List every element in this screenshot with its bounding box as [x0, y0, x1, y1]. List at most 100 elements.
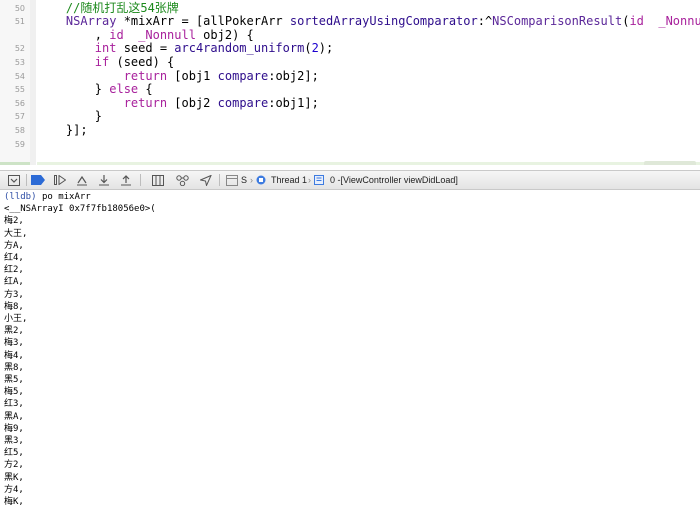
lldb-prompt: (lldb): [4, 192, 37, 202]
chevron-right-icon: ›: [308, 175, 311, 185]
console-output-item: 红A,: [4, 277, 24, 288]
console-output-item: 黑A,: [4, 411, 24, 422]
simulate-location-icon[interactable]: [198, 173, 214, 187]
code-token: seed =: [116, 41, 175, 56]
chevron-right-icon: ›: [250, 175, 253, 185]
code-token: compare: [217, 95, 269, 110]
code-line: 55 } else {: [0, 82, 700, 97]
code-text: }];: [37, 122, 88, 138]
code-token: (: [304, 41, 312, 56]
code-text: , id _Nonnull obj2) {: [37, 27, 254, 43]
process-name[interactable]: S: [241, 173, 247, 187]
hide-debug-area-icon[interactable]: [6, 173, 22, 187]
code-token: :obj1];: [268, 95, 319, 110]
line-number[interactable]: 52: [0, 42, 25, 56]
breakpoints-toggle-icon[interactable]: [30, 173, 46, 187]
memory-graph-icon[interactable]: [174, 173, 190, 187]
code-token: else: [109, 82, 139, 97]
console-output-header: <__NSArrayI 0x7f7fb18056e0>(: [4, 204, 156, 215]
code-token: ,: [37, 27, 110, 42]
code-text: return [obj2 compare:obj1];: [37, 95, 319, 111]
line-number[interactable]: 54: [0, 70, 25, 84]
code-line: 59: [0, 138, 700, 152]
code-line: , id _Nonnull obj2) {: [0, 27, 700, 43]
code-token: compare: [217, 68, 269, 83]
code-token: }];: [37, 122, 88, 137]
continue-icon[interactable]: [52, 173, 68, 187]
step-into-icon[interactable]: [96, 173, 112, 187]
code-editor[interactable]: 50 //随机打乱这54张牌 51 NSArray *mixArr = [allP…: [0, 0, 700, 165]
toolbar-separator: [219, 174, 220, 186]
code-line: 56 return [obj2 compare:obj1];: [0, 95, 700, 111]
code-token: }: [37, 82, 110, 97]
code-text: //随机打乱这54张牌: [37, 1, 179, 16]
debug-console[interactable]: (lldb) po mixArr <__NSArrayI 0x7f7fb1805…: [0, 190, 700, 505]
step-out-icon[interactable]: [118, 173, 134, 187]
console-output-item: 梅3,: [4, 338, 24, 349]
code-text: return [obj1 compare:obj2];: [37, 68, 319, 84]
console-command-line: (lldb) po mixArr: [4, 191, 91, 203]
code-token: }: [37, 109, 103, 124]
console-output-item: 红5,: [4, 448, 24, 459]
line-number[interactable]: 51: [0, 15, 25, 29]
toolbar-separator: [140, 174, 141, 186]
code-token: :obj2];: [268, 68, 319, 83]
line-number[interactable]: 56: [0, 97, 25, 111]
view-hierarchy-icon[interactable]: [150, 173, 166, 187]
current-line-gutter-marker: [0, 162, 30, 165]
line-number[interactable]: 58: [0, 124, 25, 138]
thread-name[interactable]: Thread 1: [271, 173, 307, 187]
console-output-item: 黑2,: [4, 326, 24, 337]
code-token: [obj2: [167, 95, 218, 110]
console-output-item: 大王,: [4, 228, 28, 239]
console-output-item: 红2,: [4, 265, 24, 276]
step-over-icon[interactable]: [74, 173, 90, 187]
line-number[interactable]: 50: [0, 2, 25, 16]
code-text: } else {: [37, 82, 153, 97]
code-text: NSArray *mixArr = [allPokerArr sortedArr…: [37, 14, 700, 29]
line-number[interactable]: 53: [0, 56, 25, 70]
code-token: id: [109, 27, 124, 42]
line-number[interactable]: 57: [0, 110, 25, 124]
code-line: 50 //随机打乱这54张牌: [0, 1, 700, 16]
console-output-item: 梅K,: [4, 497, 24, 505]
code-token: _Nonnull: [138, 27, 196, 42]
code-token: [obj1: [167, 68, 218, 83]
console-output-item: 梅5,: [4, 387, 24, 398]
code-text: }: [37, 109, 103, 124]
code-token: *mixArr = [allPokerArr: [116, 14, 290, 29]
console-output-item: 梅2,: [4, 216, 24, 227]
code-line: 54 return [obj1 compare:obj2];: [0, 68, 700, 84]
line-number[interactable]: 59: [0, 138, 25, 152]
line-number[interactable]: 55: [0, 83, 25, 97]
console-output-item: 小王,: [4, 314, 28, 324]
console-output-item: 黑3,: [4, 436, 24, 446]
console-output-item: 方2,: [4, 460, 24, 471]
code-token: _Nonnull: [658, 14, 700, 29]
code-token: arc4random_uniform: [174, 41, 305, 56]
code-token: sortedArrayUsingComparator: [289, 14, 478, 29]
console-output-item: 梅4,: [4, 350, 24, 361]
code-token: :^: [477, 14, 493, 29]
code-line: 52 int seed = arc4random_uniform(2);: [0, 41, 700, 56]
current-line-highlight: [37, 162, 700, 165]
code-token: if: [94, 54, 110, 69]
thread-indicator-badge: [644, 161, 696, 165]
code-line: 53 if (seed) {: [0, 54, 700, 70]
console-output-item: 方3,: [4, 289, 24, 300]
code-token: NSComparisonResult: [492, 14, 623, 29]
code-token: return: [123, 68, 168, 83]
stack-frame-name[interactable]: 0 -[ViewController viewDidLoad]: [330, 173, 458, 187]
code-token: {: [138, 82, 153, 97]
code-line: 51 NSArray *mixArr = [allPokerArr sorted…: [0, 14, 700, 29]
stack-frame-icon: [313, 173, 325, 187]
code-text: if (seed) {: [37, 54, 174, 70]
code-token: id: [629, 14, 644, 29]
code-token: 2: [311, 41, 319, 56]
code-token: );: [318, 41, 334, 56]
